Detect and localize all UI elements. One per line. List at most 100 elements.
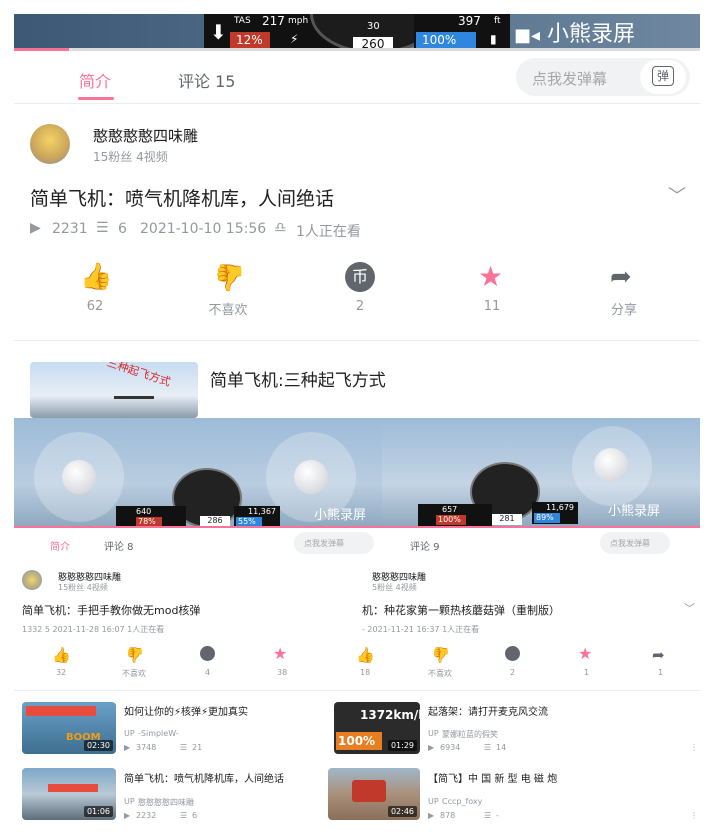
left-stats: 1332 5 2021-11-28 16:07 1人正在看: [22, 625, 165, 634]
left-star-icon[interactable]: ★: [273, 644, 287, 663]
mini-speed-panel: 640 78%: [116, 506, 186, 528]
left-title: 简单飞机：手把手教你做无mod核弹: [22, 604, 201, 617]
grid-title-4[interactable]: 【简飞】中 国 新 型 电 磁 炮: [428, 770, 557, 785]
camera-icon: ■◂: [514, 25, 541, 46]
altitude-value: 397: [458, 14, 481, 28]
chevron-down-icon[interactable]: ﹀: [668, 182, 686, 208]
right-dislike-icon[interactable]: 👍: [432, 646, 451, 664]
right-chevron-down-icon[interactable]: ﹀: [684, 600, 695, 616]
left-favorite-count: 38: [277, 668, 288, 677]
danmu-placeholder: 点我发弹幕: [532, 70, 608, 88]
tab-comments[interactable]: 评论 15: [178, 68, 235, 92]
tab-underline: [78, 97, 114, 100]
grid-comments-4: -: [496, 811, 499, 820]
grid-comments-1: 21: [192, 743, 203, 752]
right-tab-comments[interactable]: 评论 9: [410, 538, 440, 553]
more-icon[interactable]: ⋮: [690, 743, 698, 752]
thumb-plane: [48, 784, 98, 792]
right-like-count: 18: [360, 668, 371, 677]
left-dislike-icon[interactable]: 👍: [126, 646, 145, 664]
danmu-toggle-button[interactable]: 弹: [640, 60, 686, 94]
comment-count: 6: [118, 221, 127, 237]
grid-thumbnail-2[interactable]: 1372km/h 100% 01:29: [334, 702, 420, 754]
right-mini-alt-panel: 11,679 89%: [532, 502, 578, 524]
play-icon: ▶: [428, 743, 435, 752]
like-count: 62: [86, 299, 104, 314]
uploader-avatar[interactable]: [30, 124, 70, 164]
star-icon[interactable]: ★: [478, 260, 503, 293]
right-mini-speed: 657: [442, 505, 458, 514]
right-dislike-label: 不喜欢: [428, 669, 452, 678]
right-coin-icon[interactable]: [505, 646, 520, 661]
play-icon: ▶: [30, 220, 41, 236]
coin-icon[interactable]: 币: [345, 262, 375, 292]
progress-track[interactable]: [14, 48, 700, 51]
right-share-icon[interactable]: ➦: [652, 646, 665, 664]
related-title[interactable]: 简单飞机:三种起飞方式: [210, 366, 386, 391]
grid-thumb-text-2a: 1372km/h: [360, 708, 420, 722]
left-coin-count: 4: [205, 668, 211, 677]
grid-author-4[interactable]: Cccp_foxy: [442, 797, 482, 806]
right-favorite-count: 1: [584, 668, 590, 677]
video-title: 简单飞机：喷气机降机库，人间绝话: [30, 188, 335, 210]
grid-comments-2: 14: [496, 743, 507, 752]
grid-title-3[interactable]: 简单飞机：喷气机降机库，人间绝话: [124, 770, 284, 785]
grid-thumbnail-1[interactable]: BOOM 02:30: [22, 702, 116, 754]
up-icon: UP: [124, 729, 135, 738]
right-like-icon[interactable]: 👍: [356, 646, 375, 664]
watermark-text: 小熊录屏: [547, 22, 636, 47]
left-joystick-knob: [62, 460, 96, 494]
mini-alt-panel: 11,367 55%: [234, 506, 280, 528]
video-player[interactable]: ⬇ TAS 217 mph 12% ⚡ 30 260 397 ft 100% ▮…: [14, 14, 700, 50]
left-danmu-placeholder: 点我发弹幕: [304, 539, 344, 548]
left-coin-icon[interactable]: [200, 646, 215, 661]
grid-title-2[interactable]: 起落架：请打开麦克风交流: [428, 703, 548, 718]
grid-duration-3: 01:06: [83, 806, 113, 817]
like-icon[interactable]: 👍: [80, 262, 112, 292]
grid-duration-4: 02:46: [387, 806, 417, 817]
left-tab-intro[interactable]: 简介: [50, 538, 70, 553]
more-icon[interactable]: ⋮: [690, 811, 698, 820]
altitude-unit: ft: [494, 16, 501, 26]
grid-author-2[interactable]: 蒙娜粒蓝的假笑: [442, 729, 498, 740]
danmaku-icon: ☰: [180, 811, 188, 820]
up-icon: UP: [428, 729, 439, 738]
play-icon: ▶: [124, 811, 131, 820]
right-joystick-knob: [294, 460, 328, 494]
uploader-name[interactable]: 憨憨憨憨四味雕: [93, 125, 198, 146]
related-thumbnail[interactable]: 三种起飞方式: [30, 362, 198, 418]
grid-thumb-text-2b: 100%: [338, 734, 376, 748]
grid-author-3[interactable]: 憨憨憨憨四味雕: [138, 797, 194, 808]
play-icon: ▶: [124, 743, 131, 752]
section-divider: [14, 340, 700, 341]
grid-thumbnail-3[interactable]: 01:06: [22, 768, 116, 820]
grid-thumbnail-4[interactable]: 02:46: [328, 768, 420, 820]
mini-watermark: 小熊录屏: [314, 508, 367, 523]
share-icon[interactable]: ➦: [610, 262, 632, 292]
publish-date: 2021-10-10 15:56: [140, 221, 267, 237]
dislike-icon[interactable]: 👍: [214, 262, 246, 292]
tab-intro[interactable]: 简介: [79, 68, 111, 92]
right-star-icon[interactable]: ★: [578, 644, 592, 663]
watching-icon: ♎: [274, 220, 287, 236]
right-panel-joystick-knob: [594, 448, 628, 482]
right-panel-video[interactable]: 657 100% 281 11,679 89% 小熊录屏: [382, 418, 700, 528]
speed-value: 217: [262, 14, 285, 28]
grid-title-1[interactable]: 如何让你的⚡核弹⚡更加真实: [124, 703, 248, 718]
watching-count: 1人正在看: [296, 224, 361, 240]
mini-throttle: 78%: [138, 517, 156, 526]
tab-divider: [14, 103, 700, 104]
grid-duration-2: 01:29: [387, 740, 417, 751]
right-mini-altitude: 11,679: [546, 503, 574, 512]
right-mini-watermark: 小熊录屏: [608, 504, 661, 519]
grid-author-1[interactable]: -SimpleW-: [138, 729, 179, 738]
favorite-count: 11: [483, 299, 501, 314]
grid-comments-3: 6: [192, 811, 198, 820]
left-avatar[interactable]: [22, 570, 42, 590]
left-tab-comments[interactable]: 评论 8: [104, 538, 134, 553]
left-like-icon[interactable]: 👍: [52, 646, 71, 664]
related-thumb-text: 三种起飞方式: [105, 362, 173, 389]
mini-speed: 640: [136, 507, 152, 516]
right-title: 机：种花家第一颗热核蘑菇弹（重制版）: [362, 604, 560, 617]
left-panel-video[interactable]: 640 78% 286 11,367 55% 小熊录屏: [14, 418, 382, 528]
